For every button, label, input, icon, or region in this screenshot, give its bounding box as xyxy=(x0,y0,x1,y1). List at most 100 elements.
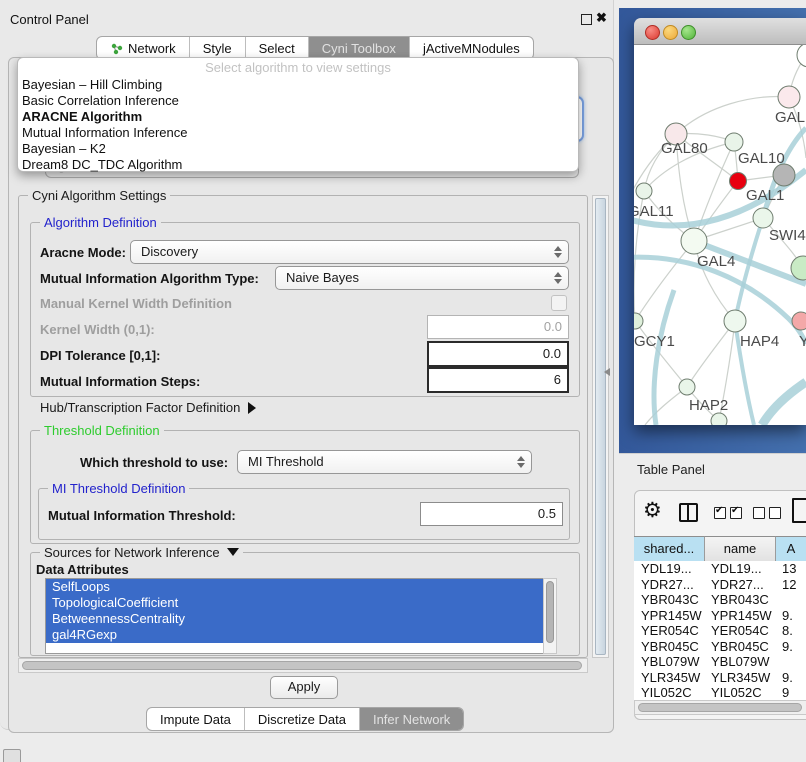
table-row[interactable]: YDR27...YDR27...12 xyxy=(634,577,806,593)
dock-grid-icon[interactable] xyxy=(3,749,21,762)
network-node[interactable] xyxy=(792,312,806,330)
aracne-mode-combobox[interactable]: Discovery xyxy=(130,240,569,264)
bottom-tab-impute-data[interactable]: Impute Data xyxy=(147,708,245,730)
network-window-titlebar[interactable] xyxy=(634,18,806,45)
network-node[interactable] xyxy=(730,173,747,190)
split-columns-icon[interactable] xyxy=(679,503,698,522)
network-node[interactable] xyxy=(724,310,746,332)
mi-threshold-field[interactable]: 0.5 xyxy=(420,502,563,526)
scrollbar-thumb[interactable] xyxy=(638,703,802,712)
table-cell: 9. xyxy=(776,608,806,624)
algorithm-option[interactable]: Mutual Information Inference xyxy=(18,125,578,141)
table-row[interactable]: YBR045CYBR045C9. xyxy=(634,639,806,655)
network-graph[interactable]: GALGAL80GAL10GAL1GAL11SWI4GAL4GCY1HAP4YH… xyxy=(634,45,806,425)
table-cell: 9. xyxy=(776,670,806,686)
algorithm-option[interactable]: Bayesian – K2 xyxy=(18,141,578,157)
table-row[interactable]: YBR043CYBR043C xyxy=(634,592,806,608)
table-row[interactable]: YDL19...YDL19...13 xyxy=(634,561,806,577)
zoom-traffic-light-icon[interactable] xyxy=(681,25,696,40)
file-icon[interactable] xyxy=(792,498,806,523)
aracne-mode-label: Aracne Mode: xyxy=(40,245,126,260)
table-horizontal-scrollbar[interactable] xyxy=(634,700,806,715)
node-label: HAP4 xyxy=(740,333,779,350)
network-edge[interactable] xyxy=(687,321,735,387)
table-cell: 13 xyxy=(776,561,806,577)
algorithm-option[interactable]: Dream8 DC_TDC Algorithm xyxy=(18,157,578,173)
network-node[interactable] xyxy=(797,45,806,67)
mi-steps-field[interactable]: 6 xyxy=(427,367,569,393)
settings-gear-icon[interactable]: ⚙ xyxy=(643,500,662,521)
algorithm-dropdown-placeholder: Select algorithm to view settings xyxy=(18,58,578,77)
hub-expander[interactable]: Hub/Transcription Factor Definition xyxy=(40,400,256,415)
network-node[interactable] xyxy=(725,133,743,151)
network-edge[interactable] xyxy=(654,290,674,425)
kernel-width-field[interactable]: 0.0 xyxy=(427,315,569,339)
stepper-arrows-icon xyxy=(517,455,525,469)
network-edge[interactable] xyxy=(735,218,763,321)
sources-title[interactable]: Sources for Network Inference xyxy=(40,545,243,560)
tab-jactivemnodules[interactable]: jActiveMNodules xyxy=(410,37,533,59)
scrollbar-thumb[interactable] xyxy=(546,581,554,643)
manual-kernel-checkbox[interactable] xyxy=(551,295,567,311)
panel-collapse-arrow-icon[interactable] xyxy=(604,368,610,376)
network-canvas[interactable]: GALGAL80GAL10GAL1GAL11SWI4GAL4GCY1HAP4YH… xyxy=(634,45,806,425)
table-cell: 9. xyxy=(776,639,806,655)
algorithm-option[interactable]: ARACNE Algorithm xyxy=(18,109,578,125)
tab-style[interactable]: Style xyxy=(190,37,246,59)
column-header-partial[interactable]: A xyxy=(776,536,806,562)
table-row[interactable]: YIL052CYIL052C9 xyxy=(634,685,806,700)
column-header-shared-name[interactable]: shared... xyxy=(634,536,705,562)
unchecked-pair-icon[interactable] xyxy=(753,507,785,522)
table-cell: YBL079W xyxy=(704,654,776,670)
bottom-tab-infer-network[interactable]: Infer Network xyxy=(360,708,463,730)
table-cell: YER054C xyxy=(634,623,704,639)
network-node[interactable] xyxy=(778,86,800,108)
network-node[interactable] xyxy=(636,183,652,199)
table-row[interactable]: YPR145WYPR145W9. xyxy=(634,608,806,624)
network-node[interactable] xyxy=(773,164,795,186)
tab-select[interactable]: Select xyxy=(246,37,309,59)
close-icon[interactable]: ✖ xyxy=(596,10,607,26)
data-attribute-item[interactable]: BetweennessCentrality xyxy=(46,611,544,627)
tab-network[interactable]: Network xyxy=(97,37,190,59)
tab-cyni-toolbox[interactable]: Cyni Toolbox xyxy=(309,37,410,59)
scrollbar-thumb[interactable] xyxy=(595,198,606,655)
table-row[interactable]: YBL079WYBL079W xyxy=(634,654,806,670)
scrollbar-thumb[interactable] xyxy=(22,661,582,670)
float-window-icon[interactable] xyxy=(581,14,592,25)
sources-title-text: Sources for Network Inference xyxy=(44,545,220,560)
checked-pair-icon[interactable] xyxy=(714,507,746,522)
table-row[interactable]: YLR345WYLR345W9. xyxy=(634,670,806,686)
network-node[interactable] xyxy=(681,228,707,254)
close-traffic-light-icon[interactable] xyxy=(645,25,660,40)
node-label: GAL xyxy=(775,109,805,126)
network-node[interactable] xyxy=(711,413,727,425)
table-cell: YLR345W xyxy=(704,670,776,686)
column-header-name[interactable]: name xyxy=(705,536,776,562)
data-attribute-item[interactable]: gal4RGexp xyxy=(46,627,544,643)
network-node[interactable] xyxy=(679,379,695,395)
kernel-width-label: Kernel Width (0,1): xyxy=(40,322,155,337)
data-attribute-item[interactable]: TopologicalCoefficient xyxy=(46,595,544,611)
settings-vertical-scrollbar[interactable] xyxy=(592,195,609,658)
bottom-tab-discretize-data[interactable]: Discretize Data xyxy=(245,708,360,730)
mi-type-combobox[interactable]: Naive Bayes xyxy=(275,266,569,290)
network-edge[interactable] xyxy=(635,241,694,321)
which-threshold-combobox[interactable]: MI Threshold xyxy=(237,450,532,474)
dpi-tolerance-field[interactable]: 0.0 xyxy=(427,341,569,367)
network-edge[interactable] xyxy=(676,97,789,134)
list-vertical-scrollbar[interactable] xyxy=(543,578,557,654)
table-row[interactable]: YER054CYER054C8. xyxy=(634,623,806,639)
table-cell: YDR27... xyxy=(704,577,776,593)
minimize-traffic-light-icon[interactable] xyxy=(663,25,678,40)
network-edge[interactable] xyxy=(762,382,806,425)
table-cell: YIL052C xyxy=(634,685,704,700)
algorithm-option[interactable]: Basic Correlation Inference xyxy=(18,93,578,109)
data-attribute-item[interactable]: SelfLoops xyxy=(46,579,544,595)
network-node[interactable] xyxy=(753,208,773,228)
settings-horizontal-scrollbar[interactable] xyxy=(18,658,588,673)
network-node[interactable] xyxy=(634,313,643,329)
algorithm-option[interactable]: Bayesian – Hill Climbing xyxy=(18,77,578,93)
apply-button[interactable]: Apply xyxy=(270,676,338,699)
data-attributes-list[interactable]: SelfLoopsTopologicalCoefficientBetweenne… xyxy=(45,578,557,654)
